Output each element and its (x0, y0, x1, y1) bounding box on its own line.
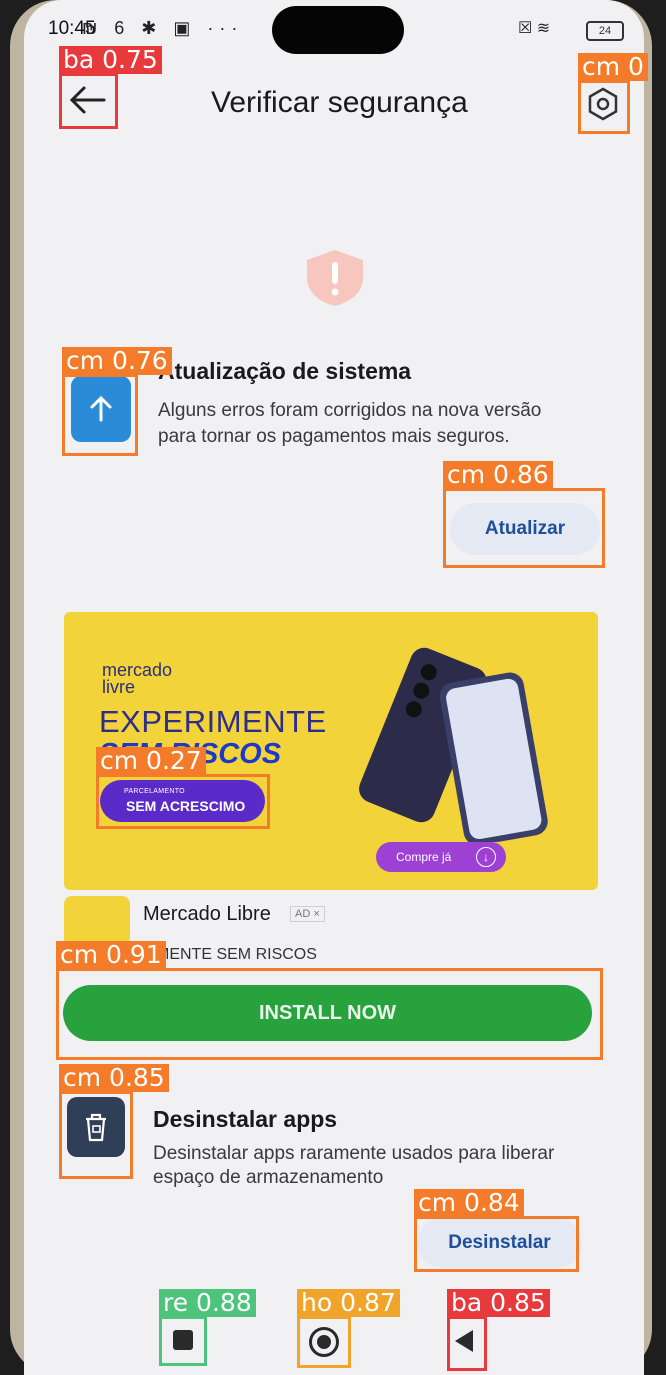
status-signal-icons: ☒ ≋ (518, 20, 551, 37)
uninstall-description: Desinstalar apps raramente usados para l… (153, 1143, 555, 1188)
page-title: Verificar segurança (211, 86, 468, 119)
detection-box-install: cm 0.91 (56, 941, 603, 1060)
ad-badge[interactable]: AD × (290, 906, 325, 922)
compre-ja-button[interactable]: Compre já ↓ (376, 842, 506, 872)
phone-product-image (359, 647, 548, 842)
detection-box-update-icon: cm 0.76 (62, 347, 172, 456)
detection-box-recents: re 0.88 (159, 1289, 256, 1366)
update-title: Atualização de sistema (158, 358, 412, 384)
detection-box-uninstall-button: cm 0.84 (414, 1189, 579, 1272)
shield-warning-icon (307, 250, 363, 306)
update-description: Alguns erros foram corrigidos na nova ve… (158, 400, 542, 447)
camera-notch (272, 6, 404, 54)
banner-headline: EXPERIMENTE (99, 704, 327, 739)
download-icon: ↓ (476, 847, 496, 867)
status-notification-icons: ₪ 6 ✱ ▣ ··· (82, 18, 244, 38)
battery-icon: 24 (586, 21, 624, 41)
detection-box-uninstall-icon: cm 0.85 (59, 1064, 169, 1179)
detection-box-home: ho 0.87 (297, 1289, 400, 1368)
detection-box-update-button: cm 0.86 (443, 461, 605, 568)
mercado-libre-app-icon (64, 896, 130, 946)
compre-ja-label: Compre já (396, 850, 452, 864)
uninstall-title: Desinstalar apps (153, 1106, 338, 1132)
detection-box-back: ba 0.75 (59, 46, 162, 129)
ad-app-name: Mercado Libre (143, 903, 271, 925)
detection-box-settings: cm 0 (578, 53, 648, 134)
detection-box-nav-back: ba 0.85 (447, 1289, 550, 1371)
ad-tagline: RIMENTE SEM RISCOS (140, 946, 317, 963)
detection-box-chip: cm 0.27 (96, 747, 270, 829)
mercado-livre-logo: mercado livre (102, 660, 173, 697)
